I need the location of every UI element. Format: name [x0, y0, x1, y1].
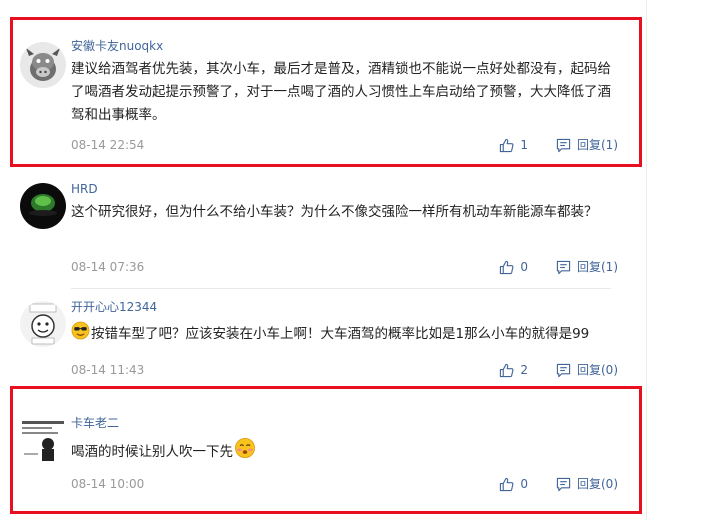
right-divider — [646, 0, 647, 520]
comment-item: 开开心心12344 按错车型了吧？应该安装在小车上啊！大车酒驾的概率比如是1那么… — [10, 299, 640, 379]
thumbs-up-icon — [500, 363, 514, 377]
thumbs-up-icon — [500, 260, 514, 274]
reply-button[interactable]: 回复(0) — [556, 362, 618, 378]
like-button[interactable]: 2 — [499, 362, 528, 378]
comment-list-page: 安徽卡友nuoqkx 建议给酒驾者优先装，其次小车，最后才是普及，酒精锁也不能说… — [0, 0, 725, 520]
username[interactable]: HRD — [71, 181, 98, 197]
reply-button[interactable]: 回复(1) — [556, 259, 618, 275]
avatar[interactable] — [20, 183, 66, 229]
username[interactable]: 开开心心12344 — [71, 299, 157, 315]
comment-text-row: 按错车型了吧？应该安装在小车上啊！大车酒驾的概率比如是1那么小车的就得是99 — [71, 321, 619, 348]
comment-divider — [71, 288, 611, 289]
reply-label: 回复(1) — [577, 260, 618, 274]
avatar-meme-icon — [20, 301, 66, 347]
like-count: 2 — [520, 363, 528, 377]
reply-comment-icon — [556, 363, 571, 377]
comment-text: 这个研究很好，但为什么不给小车装？为什么不像交强险一样所有机动车新能源车都装？ — [71, 204, 598, 220]
reply-comment-icon — [556, 260, 571, 274]
like-button[interactable]: 0 — [499, 259, 528, 275]
comment-actions: 0 回复(1) — [499, 259, 618, 275]
comment-text: 按错车型了吧？应该安装在小车上啊！大车酒驾的概率比如是1那么小车的就得是99 — [91, 326, 590, 342]
highlight-box — [10, 17, 642, 167]
reply-label: 回复(0) — [577, 363, 618, 377]
sunglasses-emoji-icon — [71, 321, 90, 348]
highlight-box — [10, 386, 642, 514]
avatar-dark-icon — [20, 183, 66, 229]
avatar[interactable] — [20, 301, 66, 347]
comment-actions: 2 回复(0) — [499, 362, 618, 378]
comment-item: HRD 这个研究很好，但为什么不给小车装？为什么不像交强险一样所有机动车新能源车… — [10, 181, 640, 281]
comment-time: 08-14 07:36 — [71, 260, 145, 274]
like-count: 0 — [520, 260, 528, 274]
comment-time: 08-14 11:43 — [71, 363, 145, 377]
